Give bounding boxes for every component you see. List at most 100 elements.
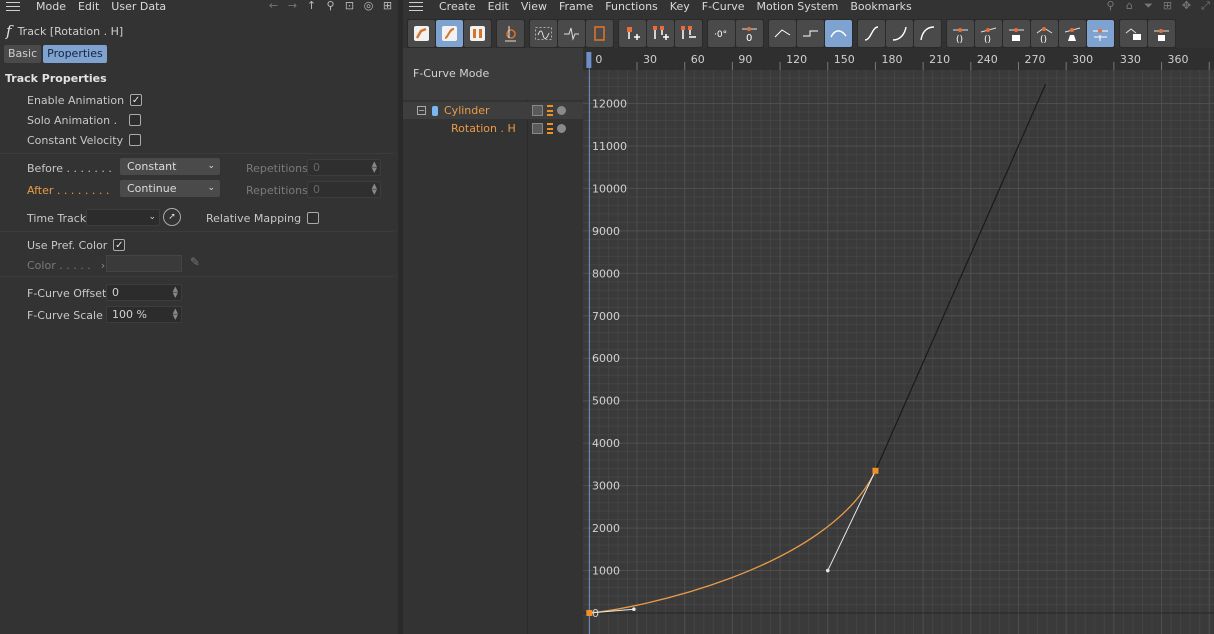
use-pref-color-checkbox[interactable]: ✓ — [113, 239, 126, 251]
x-tick-label: 120 — [786, 53, 807, 66]
eyedropper-icon[interactable]: ✎ — [190, 255, 200, 269]
zero-length-button[interactable]: 0 — [736, 19, 763, 47]
before-repetitions-field[interactable]: 0 ▲ ▼ — [307, 159, 381, 176]
fcurve-graph[interactable]: 0306090120150180210240270300330360390 01… — [583, 48, 1214, 634]
lock-group — [1119, 18, 1176, 48]
lock-time-button[interactable] — [1120, 19, 1147, 47]
menu-user-data[interactable]: User Data — [111, 1, 166, 12]
menu-mode[interactable]: Mode — [36, 1, 66, 12]
time-track-field[interactable]: ⌄ — [86, 209, 160, 226]
menu-key[interactable]: Key — [670, 1, 690, 12]
before-dropdown[interactable]: Constant ⌄ — [120, 158, 220, 175]
relative-mapping-label: Relative Mapping — [206, 211, 302, 225]
ghost-button[interactable] — [497, 19, 524, 47]
stepper-icon[interactable]: ▲ ▼ — [372, 161, 377, 174]
relative-mapping-checkbox[interactable] — [307, 212, 320, 224]
pulse-view-button[interactable] — [558, 19, 585, 47]
before-repetitions-value: 0 — [313, 161, 320, 174]
lock-icon[interactable]: ⊡ — [343, 0, 356, 12]
menu-view[interactable]: View — [521, 1, 547, 12]
x-tick-label: 330 — [1120, 53, 1141, 66]
menu-create[interactable]: Create — [439, 1, 476, 12]
stepper-icon[interactable]: ▲ ▼ — [173, 308, 178, 321]
collapse-icon[interactable]: − — [417, 106, 426, 115]
wave-view-button[interactable] — [530, 19, 557, 47]
stepper-icon[interactable]: ▲ ▼ — [372, 183, 377, 196]
menu-functions[interactable]: Functions — [605, 1, 658, 12]
tangent-zero-button[interactable]: () — [947, 19, 974, 47]
step-button[interactable] — [797, 19, 824, 47]
tangent-auto-button[interactable]: () — [975, 19, 1002, 47]
before-label: Before . . . . . . . — [27, 161, 112, 175]
linear-button[interactable] — [769, 19, 796, 47]
record-dot-icon[interactable] — [557, 106, 566, 115]
keyframe-bars-icon[interactable] — [547, 105, 553, 116]
record-dot-icon[interactable] — [557, 124, 566, 133]
constant-velocity-checkbox[interactable] — [129, 134, 142, 146]
menu-bookmarks[interactable]: Bookmarks — [850, 1, 911, 12]
enable-animation-checkbox[interactable]: ✓ — [130, 94, 143, 106]
filter-icon[interactable]: ⏷ — [1142, 0, 1155, 12]
zero-angle-button[interactable]: ·0° — [708, 19, 735, 47]
ease-in-out-button[interactable] — [858, 19, 885, 47]
hamburger-icon[interactable] — [6, 2, 20, 11]
forward-arrow-icon[interactable]: → — [286, 0, 299, 12]
menu-frame[interactable]: Frame — [559, 1, 593, 12]
motion-mode-button[interactable] — [464, 19, 491, 47]
tangent-flat-button[interactable] — [1087, 19, 1114, 47]
expand-icon[interactable]: ⤢ — [1199, 0, 1212, 12]
row-icons — [532, 105, 566, 116]
move-icon[interactable]: ✥ — [1180, 0, 1193, 12]
add-key-button[interactable] — [619, 19, 646, 47]
menu-edit[interactable]: Edit — [78, 1, 99, 12]
color-swatch[interactable] — [106, 255, 182, 272]
keyframe-mode-button[interactable] — [408, 19, 435, 47]
zero-length-icon: 0 — [742, 26, 757, 44]
svg-text:0: 0 — [746, 33, 752, 44]
stepper-icon[interactable]: ▲ ▼ — [173, 286, 178, 299]
tangent-weight-button[interactable] — [1059, 19, 1086, 47]
tab-properties[interactable]: Properties — [43, 45, 107, 63]
attribute-manager: Mode Edit User Data ← → ↑ ⚲ ⊡ ◎ ⊞ f Trac… — [0, 0, 398, 634]
new-panel-icon[interactable]: ⊞ — [1161, 0, 1174, 12]
timeline-editor: Create Edit View Frame Functions Key F-C… — [403, 0, 1214, 634]
hamburger-icon[interactable] — [409, 2, 423, 11]
tab-basic[interactable]: Basic — [4, 45, 42, 63]
fcurve-offset-field[interactable]: 0 ▲ ▼ — [106, 284, 182, 301]
delete-keys-button[interactable] — [675, 19, 702, 47]
range-view-button[interactable] — [586, 19, 613, 47]
target-icon[interactable]: ◎ — [362, 0, 375, 12]
home-icon[interactable]: ⌂ — [1123, 0, 1136, 12]
after-dropdown[interactable]: Continue ⌄ — [120, 180, 220, 197]
fcurve-mode-button[interactable] — [436, 19, 463, 47]
edit-icon[interactable] — [532, 105, 543, 116]
tangent-group: () () () — [946, 18, 1115, 48]
chevron-down-icon[interactable]: ⌄ — [148, 210, 156, 225]
up-arrow-icon[interactable]: ↑ — [305, 0, 318, 12]
search-icon[interactable]: ⚲ — [324, 0, 337, 12]
solo-animation-checkbox[interactable] — [129, 114, 142, 126]
fcurve-scale-field[interactable]: 100 % ▲ ▼ — [106, 306, 182, 323]
hierarchy-row-rotation-h[interactable]: Rotation . H — [403, 120, 583, 137]
ease-out-button[interactable] — [914, 19, 941, 47]
pick-object-icon[interactable]: ➚ — [163, 208, 181, 226]
keyframe-bars-icon[interactable] — [547, 123, 553, 134]
chevron-right-icon[interactable]: › — [101, 259, 105, 272]
spline-button[interactable] — [825, 19, 852, 47]
add-multiple-keys-button[interactable] — [647, 19, 674, 47]
menu-motion-system[interactable]: Motion System — [757, 1, 839, 12]
lock-value-button[interactable] — [1148, 19, 1175, 47]
ease-in-button[interactable] — [886, 19, 913, 47]
solo-animation-row: Solo Animation . — [27, 112, 142, 128]
new-panel-icon[interactable]: ⊞ — [381, 0, 394, 12]
search-icon[interactable]: ⚲ — [1104, 0, 1117, 12]
hierarchy-row-cylinder[interactable]: − Cylinder — [403, 102, 583, 119]
menu-fcurve[interactable]: F-Curve — [702, 1, 745, 12]
back-arrow-icon[interactable]: ← — [267, 0, 280, 12]
fcurve-canvas[interactable]: 0306090120150180210240270300330360390 01… — [583, 48, 1214, 634]
after-repetitions-field[interactable]: 0 ▲ ▼ — [307, 181, 381, 198]
menu-edit[interactable]: Edit — [488, 1, 509, 12]
tangent-break-button[interactable]: () — [1031, 19, 1058, 47]
tangent-lock-button[interactable] — [1003, 19, 1030, 47]
edit-icon[interactable] — [532, 123, 543, 134]
